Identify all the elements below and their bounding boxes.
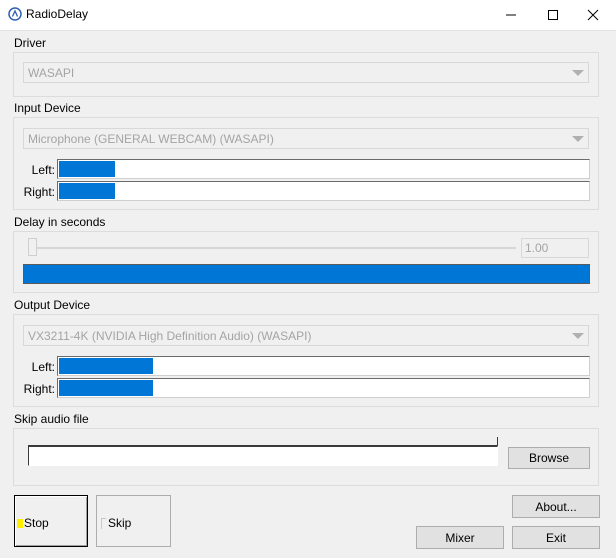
input-right-meter [57, 181, 590, 201]
driver-select-value: WASAPI [28, 66, 75, 80]
chevron-down-icon [572, 136, 584, 142]
driver-select[interactable]: WASAPI [23, 62, 589, 83]
input-left-meter-fill [59, 161, 116, 177]
delay-slider-track[interactable] [28, 247, 516, 249]
delay-value-field[interactable]: 1.00 [521, 238, 589, 258]
minimize-icon [506, 14, 516, 16]
input-device-select-value: Microphone (GENERAL WEBCAM) (WASAPI) [28, 132, 274, 146]
skip-indicator-icon [101, 517, 106, 529]
output-device-select-value: VX3211-4K (NVIDIA High Definition Audio)… [28, 329, 312, 343]
delay-buffer-bar [23, 264, 590, 284]
skip-file-path-field[interactable] [28, 446, 498, 466]
output-left-label: Left: [31, 360, 55, 374]
exit-button[interactable]: Exit [512, 526, 600, 549]
stop-button[interactable]: Stop [14, 495, 88, 547]
driver-label: Driver [14, 36, 46, 50]
output-right-meter-fill [59, 380, 153, 396]
input-right-meter-fill [59, 183, 116, 199]
stop-button-label: Stop [24, 516, 49, 530]
browse-button[interactable]: Browse [508, 447, 590, 469]
skip-button-label: Skip [108, 516, 132, 530]
minimize-button[interactable] [488, 0, 534, 30]
input-right-label: Right: [23, 185, 55, 199]
delay-label: Delay in seconds [14, 215, 106, 229]
maximize-icon [548, 10, 558, 20]
output-device-select[interactable]: VX3211-4K (NVIDIA High Definition Audio)… [23, 325, 589, 346]
skip-file-label: Skip audio file [14, 412, 89, 426]
window-title: RadioDelay [26, 7, 89, 21]
input-left-label: Left: [31, 163, 55, 177]
skip-button[interactable]: Skip [96, 495, 171, 547]
output-left-meter-fill [59, 358, 153, 374]
close-button[interactable] [570, 0, 616, 30]
output-right-meter [57, 378, 590, 398]
output-left-meter [57, 356, 590, 376]
app-icon [8, 7, 22, 21]
input-device-label: Input Device [14, 101, 81, 115]
delay-slider-thumb[interactable] [28, 238, 37, 256]
input-device-select[interactable]: Microphone (GENERAL WEBCAM) (WASAPI) [23, 128, 589, 149]
mixer-button[interactable]: Mixer [416, 526, 504, 549]
about-button[interactable]: About... [512, 495, 600, 518]
chevron-down-icon [572, 70, 584, 76]
skip-file-frame [28, 437, 498, 446]
output-right-label: Right: [23, 382, 55, 396]
input-left-meter [57, 159, 590, 179]
output-device-label: Output Device [14, 298, 91, 312]
chevron-down-icon [572, 333, 584, 339]
close-icon [587, 9, 599, 21]
stop-indicator-icon [17, 518, 23, 528]
